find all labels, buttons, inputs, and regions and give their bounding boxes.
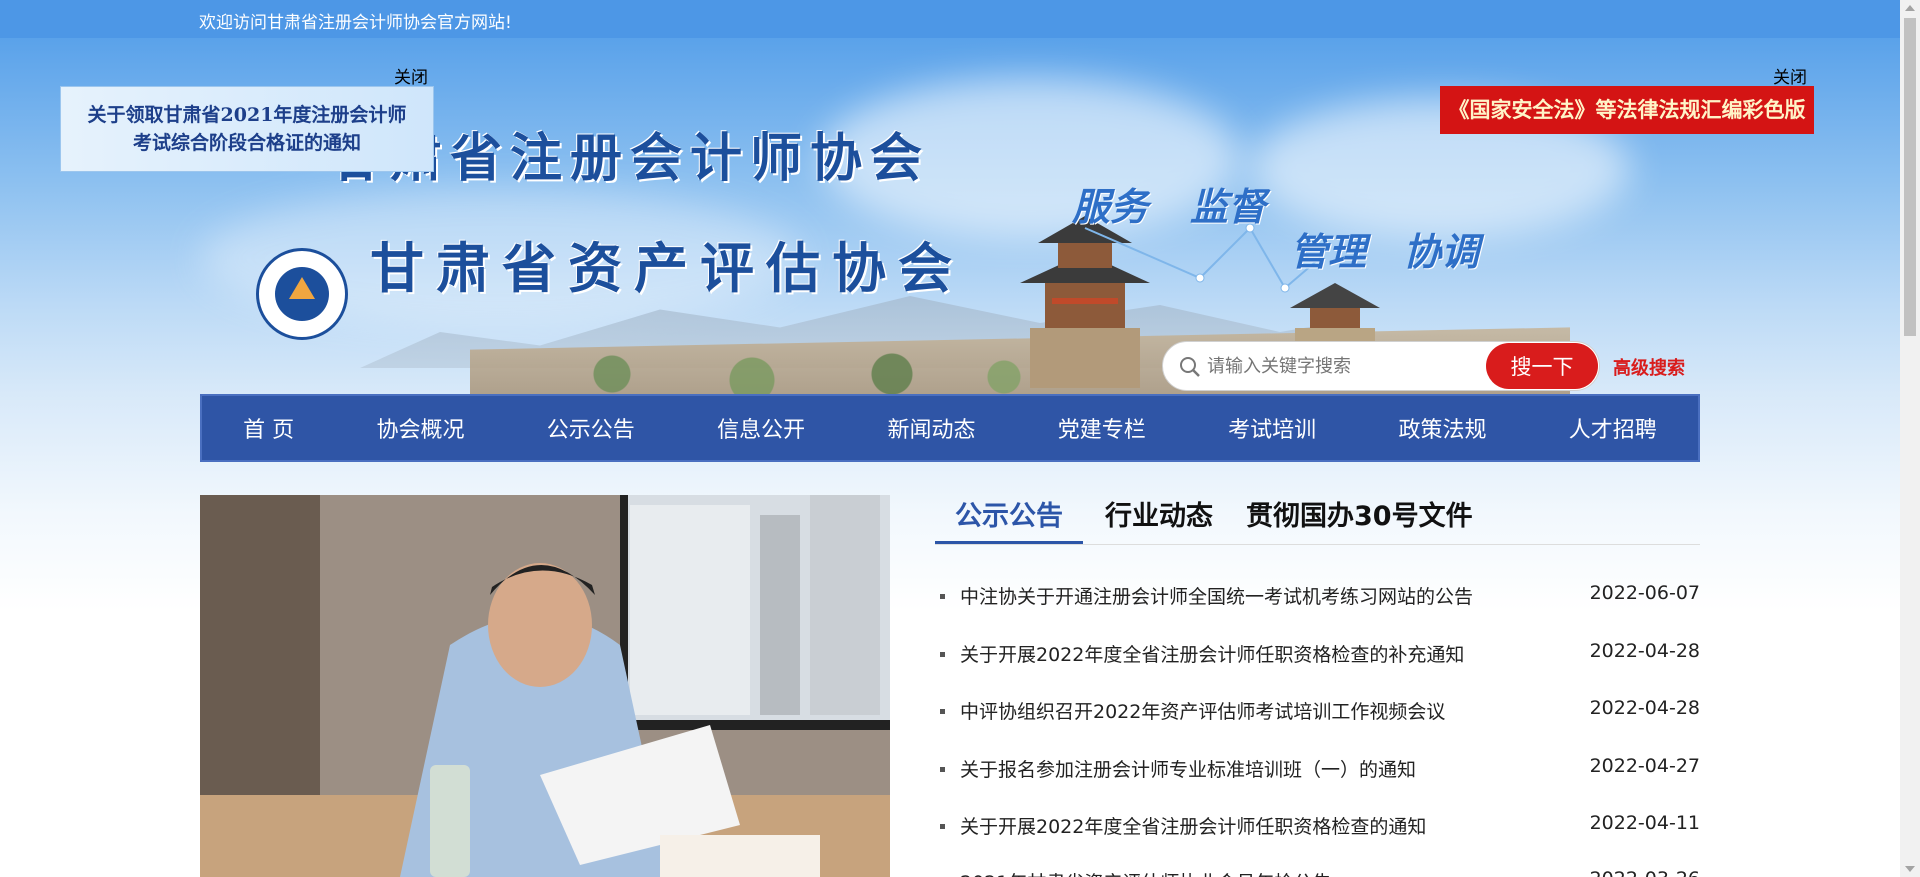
close-right-notice-button[interactable]: 关闭	[1773, 63, 1807, 88]
nav-item-party-building[interactable]: 党建专栏	[1048, 412, 1156, 444]
appraisal-association-logo	[256, 248, 348, 340]
list-item[interactable]: 中注协关于开通注册会计师全国统一考试机考练习网站的公告 2022-06-07	[940, 582, 1700, 612]
news-title[interactable]: 关于开展2022年度全省注册会计师任职资格检查的补充通知	[960, 640, 1464, 667]
banner-trees	[500, 338, 1060, 394]
scroll-up-arrow-icon[interactable]	[1905, 5, 1915, 11]
top-bar: 欢迎访问甘肃省注册会计师协会官方网站!	[0, 0, 1900, 38]
news-date: 2022-03-26	[1590, 868, 1700, 877]
main-nav: 首 页 协会概况 公示公告 信息公开 新闻动态 党建专栏 考试培训 政策法规 人…	[200, 394, 1700, 462]
nav-item-announcements[interactable]: 公示公告	[537, 412, 645, 444]
news-title[interactable]: 2021年甘肃省资产评估师执业会员年检公告	[960, 868, 1331, 877]
tab-industry-news[interactable]: 行业动态	[1105, 497, 1213, 544]
site-title-appraisal: 甘肃省资产评估协会	[370, 236, 964, 300]
advanced-search-link[interactable]: 高级搜索	[1613, 354, 1685, 380]
welcome-text: 欢迎访问甘肃省注册会计师协会官方网站!	[199, 13, 512, 33]
scroll-down-arrow-icon[interactable]	[1905, 866, 1915, 872]
news-date: 2022-04-28	[1589, 640, 1700, 662]
scrollbar-thumb[interactable]	[1904, 18, 1916, 336]
news-title[interactable]: 关于报名参加注册会计师专业标准培训班（一）的通知	[960, 755, 1416, 782]
nav-item-info-disclosure[interactable]: 信息公开	[707, 412, 815, 444]
bullet-icon	[940, 652, 945, 657]
nav-item-policy[interactable]: 政策法规	[1388, 412, 1496, 444]
news-tabs: 公示公告 行业动态 贯彻国办30号文件	[935, 497, 1700, 545]
list-item[interactable]: 关于开展2022年度全省注册会计师任职资格检查的通知 2022-04-11	[940, 812, 1700, 842]
search-input[interactable]	[1207, 351, 1467, 381]
nav-item-about[interactable]: 协会概况	[366, 412, 474, 444]
bullet-icon	[940, 709, 945, 714]
tab-announcements[interactable]: 公示公告	[935, 497, 1083, 544]
slogan-management: 管理	[1290, 229, 1367, 274]
slogan-supervision: 监督	[1190, 184, 1267, 229]
slogan-service: 服务	[1072, 184, 1149, 229]
news-date: 2022-04-27	[1589, 755, 1700, 777]
bullet-icon	[940, 824, 945, 829]
nav-item-news[interactable]: 新闻动态	[877, 412, 985, 444]
list-item[interactable]: 2021年甘肃省资产评估师执业会员年检公告 2022-03-26	[940, 868, 1700, 877]
list-item[interactable]: 关于开展2022年度全省注册会计师任职资格检查的补充通知 2022-04-28	[940, 640, 1700, 670]
search-icon	[1180, 357, 1200, 377]
nav-item-exam-training[interactable]: 考试培训	[1218, 412, 1326, 444]
news-title[interactable]: 中注协关于开通注册会计师全国统一考试机考练习网站的公告	[960, 582, 1473, 609]
news-date: 2022-04-28	[1589, 697, 1700, 719]
notice-left-line1: 关于领取甘肃省2021年度注册会计师	[87, 104, 407, 126]
floating-notice-right[interactable]: 《国家安全法》等法律法规汇编彩色版	[1440, 86, 1814, 134]
close-left-notice-button[interactable]: 关闭	[394, 63, 428, 88]
photo-illustration	[200, 495, 890, 877]
news-date: 2022-04-11	[1589, 812, 1700, 834]
bullet-icon	[940, 594, 945, 599]
bullet-icon	[940, 767, 945, 772]
news-title[interactable]: 中评协组织召开2022年资产评估师考试培训工作视频会议	[960, 697, 1445, 724]
news-title[interactable]: 关于开展2022年度全省注册会计师任职资格检查的通知	[960, 812, 1426, 839]
notice-left-line2: 考试综合阶段合格证的通知	[132, 132, 361, 154]
floating-notice-left[interactable]: 关于领取甘肃省2021年度注册会计师 考试综合阶段合格证的通知	[60, 86, 434, 172]
nav-item-recruitment[interactable]: 人才招聘	[1559, 412, 1667, 444]
search-button[interactable]: 搜一下	[1486, 343, 1598, 389]
page-scrollbar[interactable]	[1900, 0, 1920, 877]
featured-news-photo[interactable]	[200, 495, 890, 877]
slogan-coordination: 协调	[1403, 229, 1480, 274]
news-date: 2022-06-07	[1589, 582, 1700, 604]
tab-document-30[interactable]: 贯彻国办30号文件	[1246, 497, 1473, 544]
list-item[interactable]: 中评协组织召开2022年资产评估师考试培训工作视频会议 2022-04-28	[940, 697, 1700, 727]
list-item[interactable]: 关于报名参加注册会计师专业标准培训班（一）的通知 2022-04-27	[940, 755, 1700, 785]
logo-triangle	[289, 277, 315, 299]
nav-item-home[interactable]: 首 页	[233, 412, 304, 444]
